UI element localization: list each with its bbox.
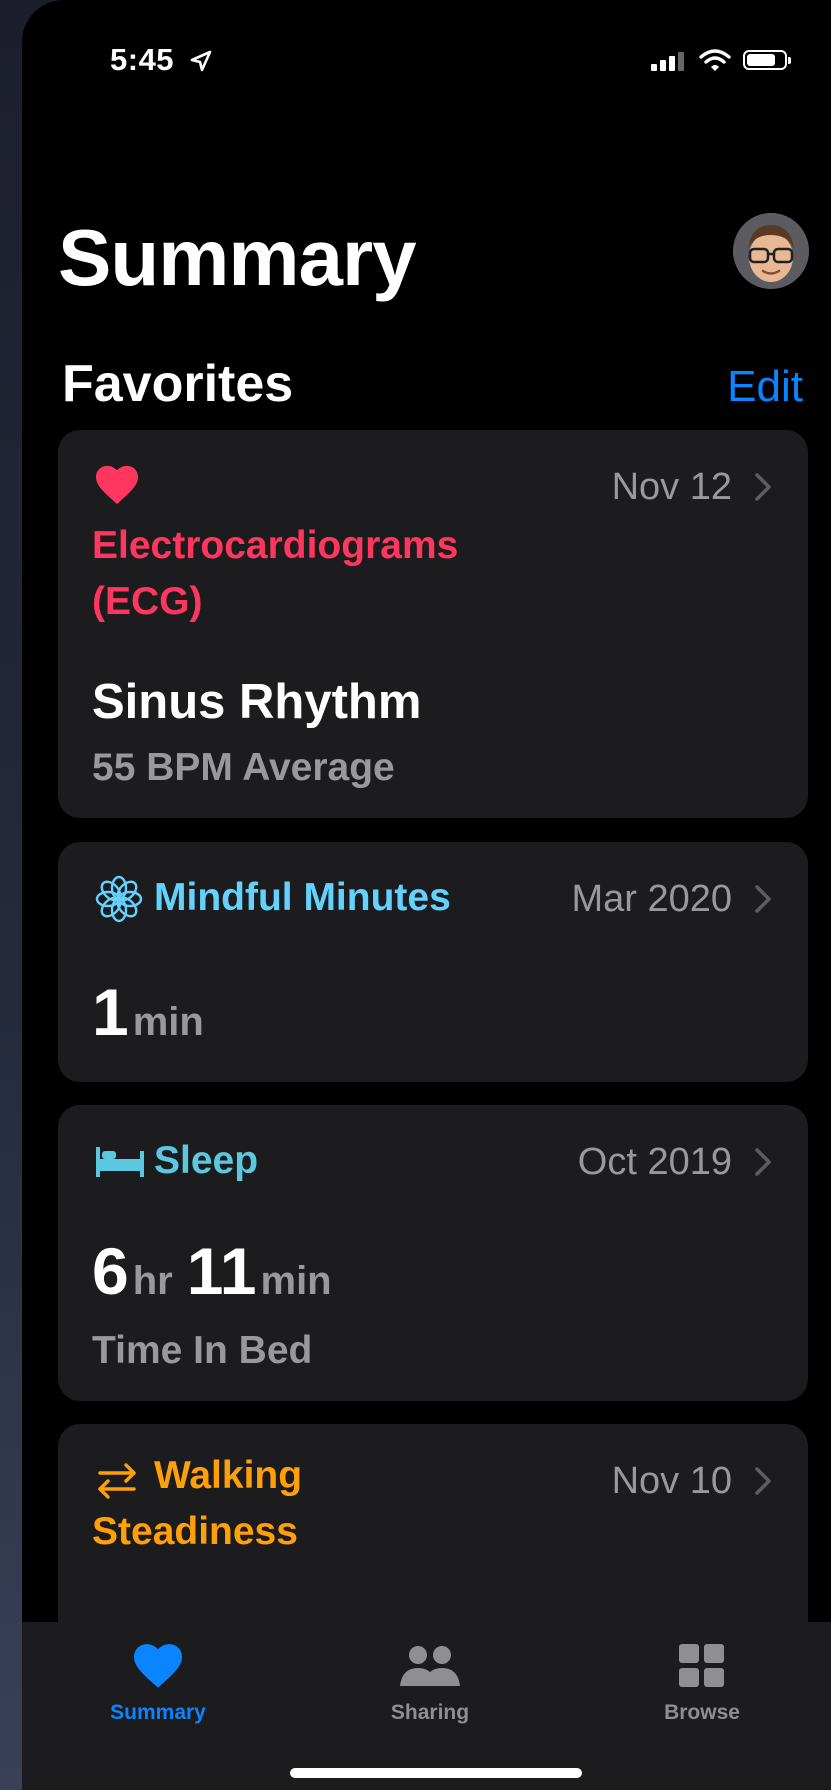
card-date: Oct 2019 — [577, 1141, 732, 1183]
location-arrow-icon — [190, 50, 212, 72]
card-title-line1: Electrocardiograms — [92, 524, 459, 567]
cellular-signal-icon — [651, 49, 687, 71]
avatar[interactable] — [733, 213, 809, 289]
tab-browse[interactable]: Browse — [612, 1642, 792, 1725]
card-date: Mar 2020 — [571, 878, 732, 920]
tab-bar: Summary Sharing Browse — [22, 1622, 831, 1790]
card-title-line2: (ECG) — [92, 580, 203, 623]
card-date: Nov 10 — [611, 1460, 732, 1502]
sleep-subtitle: Time In Bed — [92, 1329, 313, 1372]
people-icon — [400, 1646, 460, 1686]
tab-sharing[interactable]: Sharing — [340, 1642, 520, 1725]
status-time-text: 5:45 — [110, 42, 175, 77]
edit-button[interactable]: Edit — [727, 362, 803, 412]
sleep-card[interactable]: Sleep Oct 2019 6 hr 11 min Time In Bed — [58, 1105, 808, 1401]
card-title: Sleep — [154, 1139, 259, 1182]
tab-label: Summary — [110, 1701, 206, 1724]
chevron-right-icon — [755, 473, 771, 501]
card-date: Nov 12 — [611, 466, 732, 508]
ecg-card[interactable]: Nov 12 Electrocardiograms (ECG) Sinus Rh… — [58, 430, 808, 818]
mindful-value: 1 min — [92, 974, 218, 1050]
tab-label: Browse — [664, 1701, 740, 1724]
sleep-minutes-unit: min — [260, 1259, 332, 1303]
chevron-right-icon — [755, 1148, 771, 1176]
card-title: Mindful Minutes — [154, 876, 451, 919]
bed-icon — [96, 1147, 144, 1177]
phone-screen: 5:45 Summary Favorites Edit Nov 12 Elect… — [22, 0, 831, 1790]
mindful-minutes-card[interactable]: Mindful Minutes Mar 2020 1 min — [58, 842, 808, 1082]
card-title-line1: Walking — [154, 1454, 303, 1497]
tab-summary[interactable]: Summary — [68, 1642, 248, 1725]
sleep-hours-unit: hr — [132, 1259, 173, 1303]
mindfulness-icon — [95, 875, 143, 923]
status-time: 5:45 — [110, 42, 213, 78]
sleep-minutes: 11 — [186, 1234, 257, 1308]
ecg-value: Sinus Rhythm — [92, 675, 422, 729]
mindful-number: 1 — [92, 975, 129, 1049]
tab-label: Sharing — [390, 1701, 470, 1724]
grid-icon — [679, 1644, 724, 1687]
card-title-line2: Steadiness — [92, 1510, 298, 1553]
page-title: Summary — [58, 213, 417, 302]
chevron-right-icon — [755, 885, 771, 913]
status-icons — [651, 48, 791, 72]
home-indicator[interactable] — [290, 1768, 582, 1778]
battery-icon — [743, 50, 791, 70]
mindful-unit: min — [132, 1000, 204, 1044]
wifi-icon — [699, 49, 731, 71]
card-title: Electrocardiograms (ECG) — [92, 518, 458, 630]
card-title: Walking Steadiness — [92, 1448, 302, 1560]
chevron-right-icon — [755, 1467, 771, 1495]
heart-icon — [134, 1644, 182, 1688]
favorites-title: Favorites — [62, 355, 294, 413]
memoji-avatar-icon — [733, 213, 809, 289]
ecg-subtitle: 55 BPM Average — [92, 746, 395, 789]
sleep-value: 6 hr 11 min — [92, 1233, 346, 1309]
heart-icon — [96, 465, 138, 505]
sleep-hours: 6 — [92, 1234, 129, 1308]
